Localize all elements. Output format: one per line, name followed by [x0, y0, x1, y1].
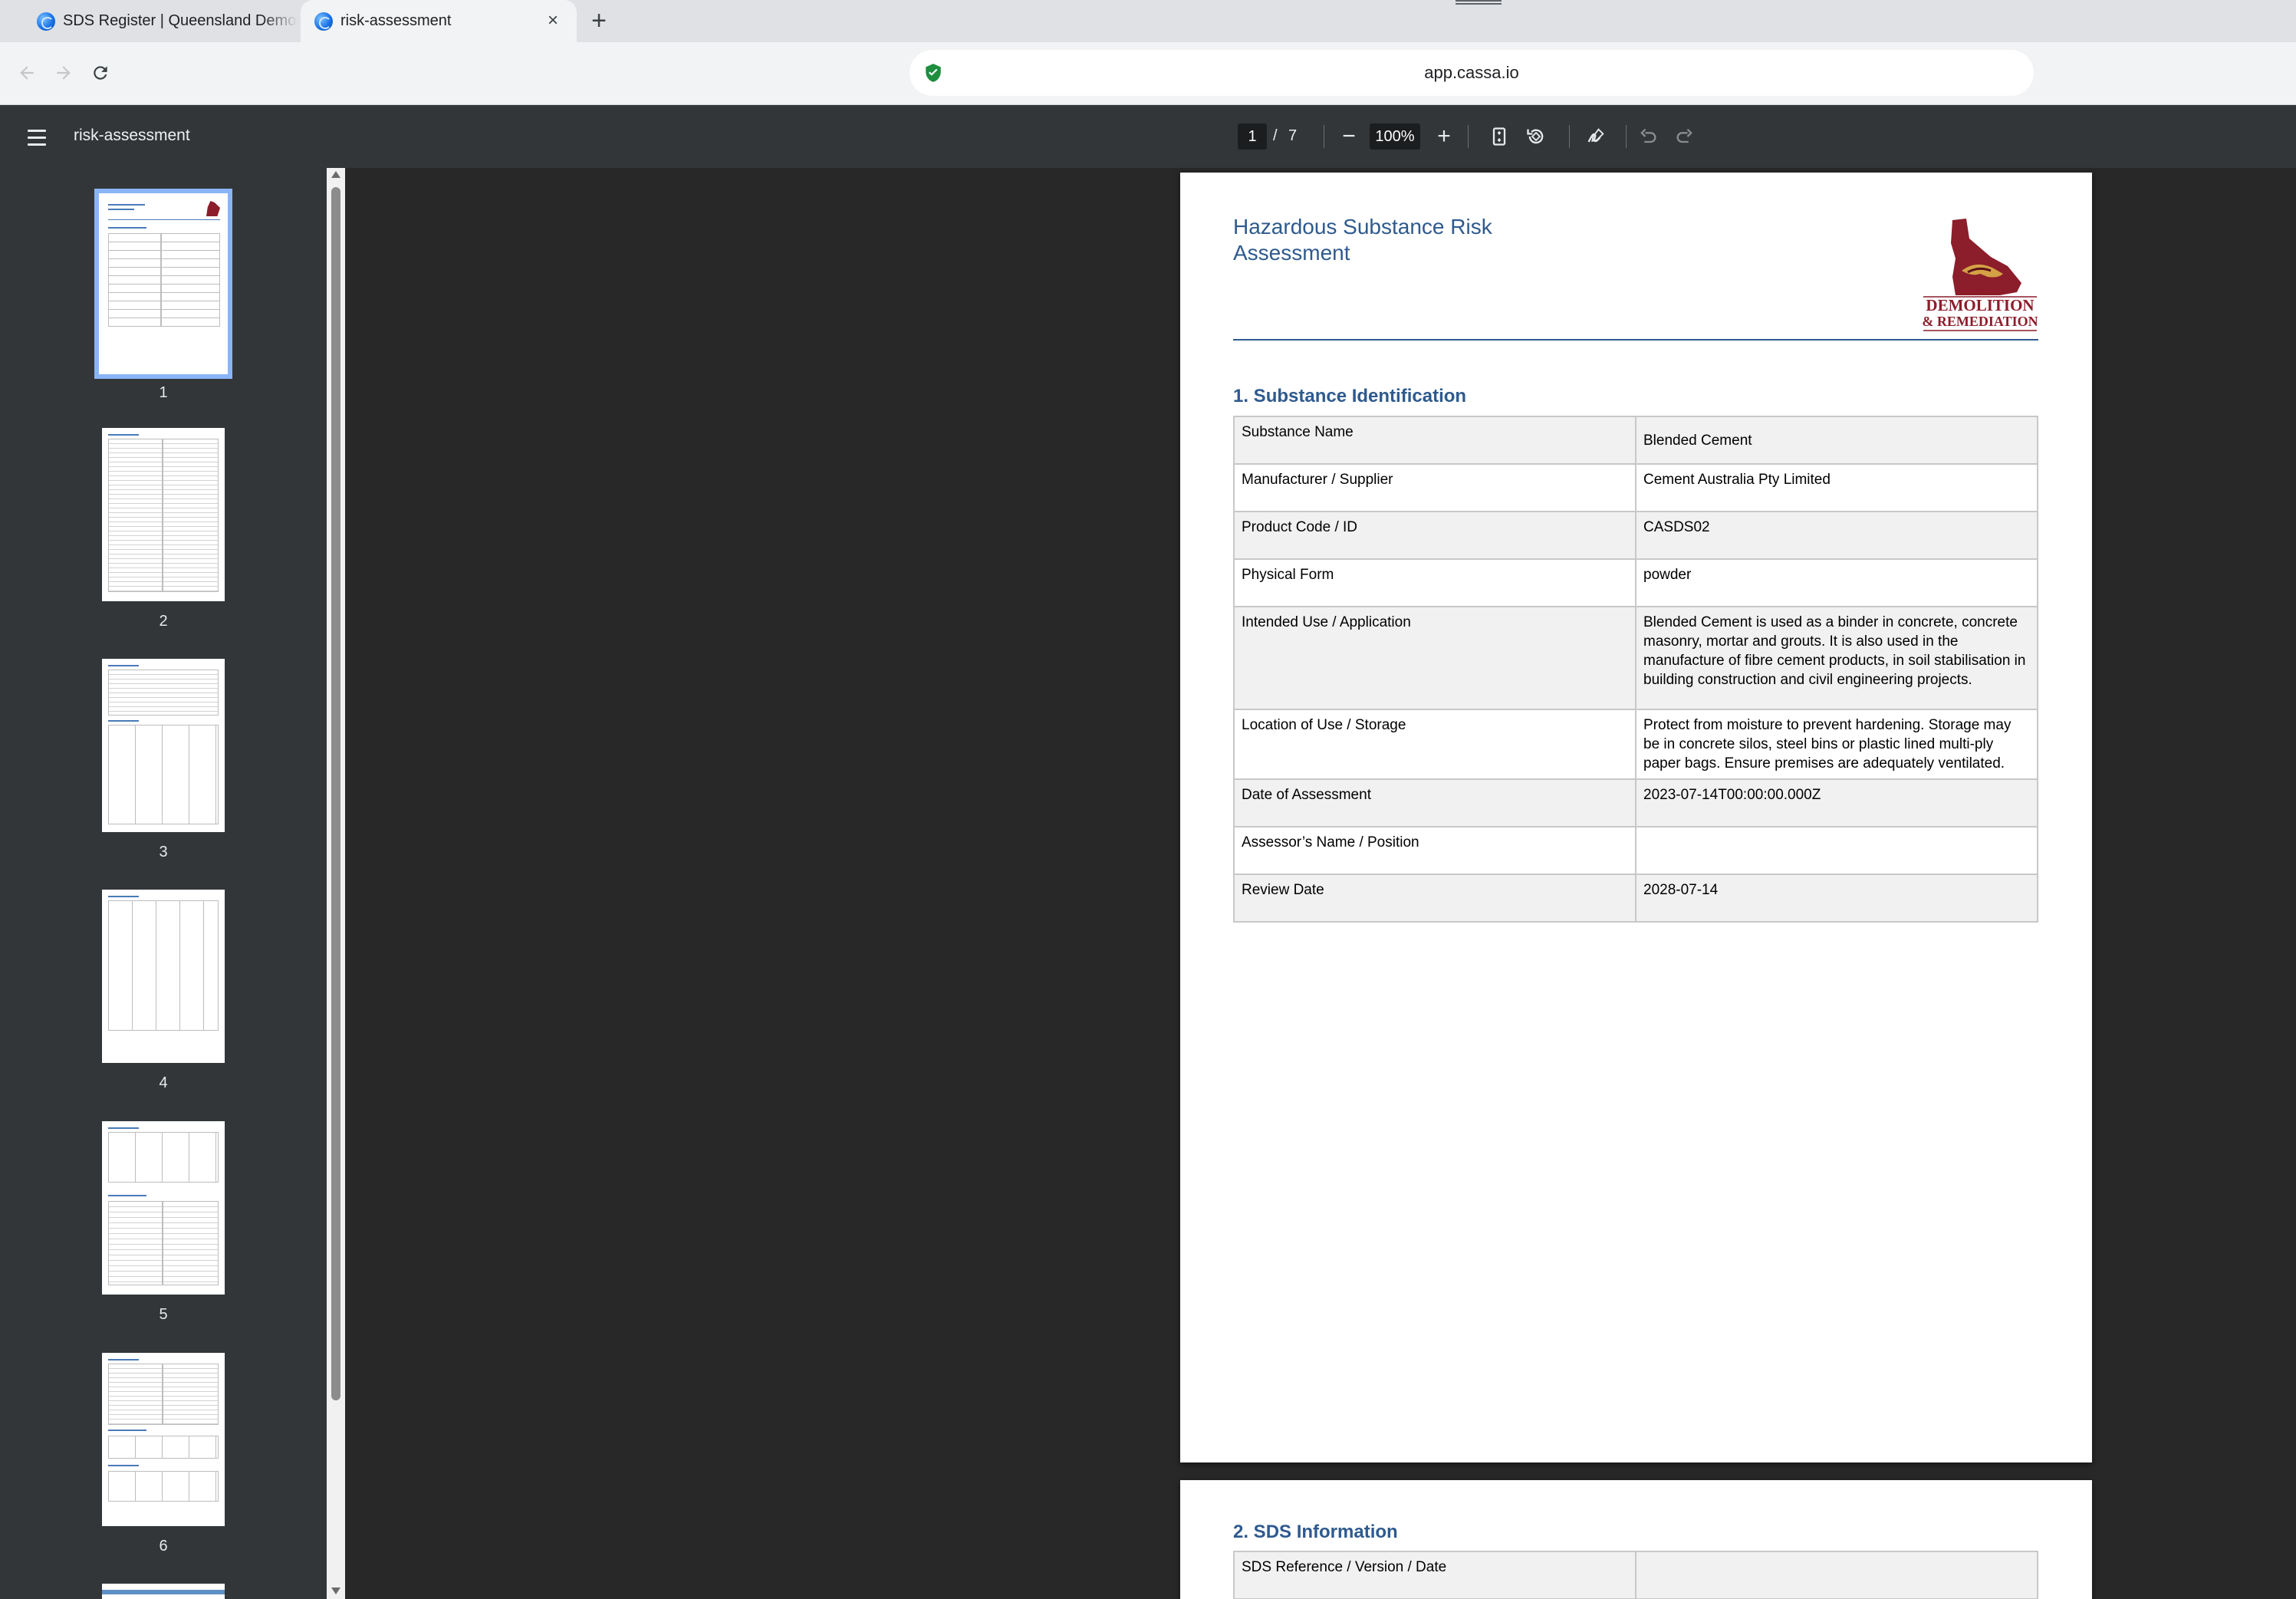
address-bar[interactable]: app.cassa.io	[910, 50, 2034, 96]
row-label: Substance Name	[1233, 416, 1636, 465]
new-tab-button[interactable]: +	[584, 6, 613, 35]
table-row: Assessor’s Name / Position	[1233, 826, 2038, 875]
redo-icon[interactable]	[1670, 122, 1699, 151]
thumbnail-label: 6	[159, 1538, 168, 1555]
row-value: 2028-07-14	[1635, 874, 2038, 923]
row-value: CASDS02	[1635, 511, 2038, 560]
row-value: powder	[1635, 558, 2038, 607]
tab-title: SDS Register | Queensland Demolition & R…	[63, 12, 298, 29]
table-row: Physical Form powder	[1233, 558, 2038, 607]
svg-text:DEMOLITION: DEMOLITION	[1926, 296, 2034, 314]
arrow-back-icon[interactable]	[9, 55, 44, 90]
table-row: Date of Assessment 2023-07-14T00:00:00.0…	[1233, 778, 2038, 827]
page-thumbnail-6[interactable]	[102, 1353, 225, 1526]
annotate-icon[interactable]	[1581, 122, 1610, 151]
page-separator: /	[1273, 127, 1278, 144]
row-label: Physical Form	[1233, 558, 1636, 607]
window-grip-icon[interactable]	[1456, 0, 1502, 5]
row-label: Review Date	[1233, 874, 1636, 923]
heading-divider	[1233, 339, 2038, 341]
total-pages: 7	[1288, 127, 1298, 144]
page-thumbnail-4[interactable]	[102, 890, 225, 1063]
site-favicon-icon	[314, 12, 333, 31]
row-value: Blended Cement is used as a binder in co…	[1635, 606, 2038, 710]
table-row: Manufacturer / Supplier Cement Australia…	[1233, 463, 2038, 512]
toolbar-divider	[1569, 125, 1570, 148]
row-value	[1635, 1551, 2038, 1599]
scroll-down-arrow-icon[interactable]	[331, 1587, 340, 1594]
zoom-level-input[interactable]: 100%	[1370, 123, 1420, 150]
page-thumbnail-2[interactable]	[102, 428, 225, 601]
thumbnail-label: 3	[159, 844, 168, 860]
document-title: risk-assessment	[74, 127, 190, 144]
row-label: Assessor’s Name / Position	[1233, 826, 1636, 875]
page-number-input[interactable]: 1	[1238, 123, 1267, 150]
row-label: Manufacturer / Supplier	[1233, 463, 1636, 512]
company-logo: QUEENSLAND DEMOLITION & REMEDIATION	[1922, 219, 2038, 331]
page-thumbnail-3[interactable]	[102, 659, 225, 832]
toolbar-divider	[1468, 125, 1469, 148]
toolbar-divider	[1626, 125, 1627, 148]
table-row: Product Code / ID CASDS02	[1233, 511, 2038, 560]
table-row: Intended Use / Application Blended Cemen…	[1233, 606, 2038, 710]
table-row: SDS Reference / Version / Date	[1233, 1551, 2038, 1599]
table-row: Location of Use / Storage Protect from m…	[1233, 709, 2038, 780]
row-label: Intended Use / Application	[1233, 606, 1636, 710]
substance-identification-table: Substance Name Blended Cement Manufactur…	[1233, 416, 2038, 923]
row-value: Protect from moisture to prevent hardeni…	[1635, 709, 2038, 780]
row-value: Blended Cement	[1635, 416, 2038, 465]
section-title-substance-identification: 1. Substance Identification	[1233, 386, 1467, 406]
document-heading: Hazardous Substance Risk Assessment	[1233, 215, 1492, 265]
undo-icon[interactable]	[1633, 122, 1663, 151]
svg-text:& REMEDIATION: & REMEDIATION	[1922, 314, 2038, 329]
sds-information-table: SDS Reference / Version / Date	[1233, 1551, 2038, 1599]
row-value: Cement Australia Pty Limited	[1635, 463, 2038, 512]
svg-text:QUEENSLAND: QUEENSLAND	[1956, 288, 2005, 295]
table-row: Substance Name Blended Cement	[1233, 416, 2038, 465]
table-row: Review Date 2028-07-14	[1233, 874, 2038, 923]
tab-title: risk-assessment	[340, 12, 452, 29]
section-title-sds-information: 2. SDS Information	[1233, 1522, 1398, 1542]
menu-icon[interactable]	[21, 122, 52, 153]
thumbnail-sidebar: 1 2 3 4 5 6	[0, 168, 327, 1599]
row-label: Date of Assessment	[1233, 778, 1636, 827]
arrow-forward-icon[interactable]	[46, 55, 81, 90]
thumbnail-label: 4	[159, 1074, 168, 1091]
browser-toolbar: app.cassa.io	[0, 42, 2296, 105]
rotate-icon[interactable]	[1521, 122, 1551, 151]
thumbnail-label: 5	[159, 1306, 168, 1323]
thumbnail-label: 1	[159, 384, 168, 401]
pdf-toolbar: risk-assessment 1 / 7 − 100% +	[0, 105, 2296, 168]
zoom-out-button[interactable]: −	[1334, 122, 1363, 151]
row-label: Location of Use / Storage	[1233, 709, 1636, 780]
tab-sds-register[interactable]: SDS Register | Queensland Demolition & R…	[37, 0, 298, 42]
close-tab-icon[interactable]: ×	[543, 10, 563, 31]
pdf-page-1: Hazardous Substance Risk Assessment QUEE…	[1180, 173, 2092, 1462]
row-value	[1635, 826, 2038, 875]
fit-page-icon[interactable]	[1485, 122, 1514, 151]
tab-strip: SDS Register | Queensland Demolition & R…	[0, 0, 2296, 42]
page-thumbnail-5[interactable]	[102, 1121, 225, 1295]
address-url: app.cassa.io	[1424, 63, 1519, 82]
scroll-up-arrow-icon[interactable]	[331, 171, 340, 178]
site-favicon-icon	[37, 12, 55, 31]
row-label: SDS Reference / Version / Date	[1233, 1551, 1636, 1599]
row-value: 2023-07-14T00:00:00.000Z	[1635, 778, 2038, 827]
page-thumbnail-7[interactable]	[102, 1584, 225, 1599]
pdf-page-2: 2. SDS Information SDS Reference / Versi…	[1180, 1480, 2092, 1599]
row-label: Product Code / ID	[1233, 511, 1636, 560]
page-thumbnail-1[interactable]	[94, 189, 232, 379]
reload-icon[interactable]	[83, 55, 118, 90]
thumbnail-label: 2	[159, 613, 168, 630]
verified-shield-icon[interactable]	[923, 63, 943, 83]
tab-risk-assessment[interactable]: risk-assessment ×	[301, 0, 577, 42]
sidebar-scrollbar-thumb[interactable]	[331, 187, 340, 1400]
zoom-in-button[interactable]: +	[1429, 122, 1459, 151]
